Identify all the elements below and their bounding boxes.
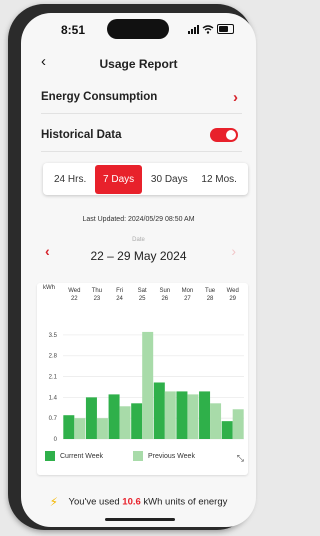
tab-7-days[interactable]: 7 Days <box>95 164 143 194</box>
dynamic-island <box>107 19 169 39</box>
x-tick-day: Thu <box>92 288 102 294</box>
page-title: Usage Report <box>99 57 178 71</box>
legend-label-previous: Previous Week <box>148 452 195 460</box>
date-navigator: ‹ Date 22 – 29 May 2024 › <box>21 237 256 267</box>
system-icons <box>188 24 234 34</box>
y-tick-label: 2.8 <box>49 354 58 360</box>
home-indicator <box>105 518 175 521</box>
y-tick-label: 0.7 <box>49 416 58 422</box>
x-tick-day: Sat <box>138 288 147 294</box>
period-tabs: 24 Hrs. 7 Days 30 Days 12 Mos. <box>43 163 248 195</box>
bar-current-week <box>153 382 165 439</box>
legend-label-current: Current Week <box>60 452 104 460</box>
bar-previous-week <box>187 394 199 439</box>
date-range: 22 – 29 May 2024 <box>90 249 187 263</box>
x-tick-date: 23 <box>94 296 101 302</box>
wifi-icon <box>202 24 214 34</box>
summary-value: 10.6 <box>122 496 141 508</box>
legend-swatch-previous <box>133 451 143 461</box>
tab-12-mos[interactable]: 12 Mos. <box>196 166 242 193</box>
app-screen: 8:51 ‹ Usage Report Energy Consumption › <box>21 13 256 527</box>
energy-consumption-label: Energy Consumption <box>41 91 158 103</box>
x-tick-date: 25 <box>139 296 146 302</box>
bar-current-week <box>63 415 75 439</box>
tab-30-days[interactable]: 30 Days <box>146 166 193 193</box>
nav-bar: ‹ Usage Report <box>21 53 256 75</box>
tab-24-hrs[interactable]: 24 Hrs. <box>49 166 91 193</box>
bar-current-week <box>108 394 120 439</box>
signal-icon <box>188 24 199 34</box>
x-tick-date: 24 <box>116 296 123 302</box>
x-tick-date: 27 <box>184 296 191 302</box>
x-tick-day: Wed <box>68 288 80 294</box>
x-tick-date: 22 <box>71 296 78 302</box>
x-tick-date: 28 <box>207 296 214 302</box>
chevron-right-icon: › <box>233 88 238 106</box>
status-bar: 8:51 <box>21 13 256 41</box>
x-tick-day: Sun <box>159 288 170 294</box>
status-time: 8:51 <box>61 23 86 37</box>
x-tick-day: Tue <box>205 288 216 294</box>
phone-frame: 8:51 ‹ Usage Report Energy Consumption › <box>8 4 256 530</box>
bar-previous-week <box>119 406 131 439</box>
date-caption: Date <box>132 237 145 243</box>
bar-previous-week <box>96 418 108 439</box>
summary-suffix: kWh units of energy <box>143 496 228 508</box>
chevron-right-icon[interactable]: › <box>231 243 236 259</box>
usage-chart: kWh 0 0.7 1.4 2.1 2.8 3.5 Wed 22 Thu 23 Fri 24 Sat 25 S… <box>37 283 248 475</box>
bar-current-week <box>199 391 211 439</box>
x-tick-date: 29 <box>229 296 236 302</box>
historical-data-row: Historical Data <box>41 125 238 145</box>
chart-legend: Current Week Previous Week ⤡ <box>45 451 246 463</box>
expand-icon[interactable]: ⤡ <box>237 453 244 464</box>
lightning-icon: ⚡ <box>49 495 59 509</box>
legend-previous-week: Previous Week <box>133 451 195 461</box>
y-tick-label: 2.1 <box>49 375 58 381</box>
historical-data-toggle[interactable] <box>210 128 238 142</box>
x-tick-date: 26 <box>161 296 168 302</box>
bar-current-week <box>221 421 233 439</box>
y-tick-label: 0 <box>54 437 58 443</box>
historical-data-label: Historical Data <box>41 129 122 141</box>
bar-previous-week <box>210 403 222 439</box>
y-tick-label: 3.5 <box>49 333 58 339</box>
battery-icon <box>217 24 234 34</box>
bar-previous-week <box>164 391 176 439</box>
usage-summary: ⚡ You've used 10.6 kWh units of energy <box>21 495 256 509</box>
bar-previous-week <box>232 409 244 439</box>
last-updated-text: Last Updated: 2024/05/29 08:50 AM <box>82 216 195 223</box>
energy-consumption-row[interactable]: Energy Consumption › <box>41 87 238 107</box>
divider <box>41 113 242 114</box>
x-tick-day: Wed <box>227 288 239 294</box>
x-tick-day: Fri <box>116 288 123 294</box>
bar-previous-week <box>142 331 154 439</box>
y-tick-label: 1.4 <box>49 395 58 401</box>
bar-previous-week <box>74 418 86 439</box>
unit-label: kWh <box>43 285 55 291</box>
bar-current-week <box>131 403 143 439</box>
summary-prefix: You've used <box>68 496 120 508</box>
bar-current-week <box>85 397 97 439</box>
x-tick-day: Mon <box>182 288 194 294</box>
bar-chart: kWh 0 0.7 1.4 2.1 2.8 3.5 Wed 22 Thu 23 Fri 24 Sat 25 S… <box>43 285 244 443</box>
divider <box>41 151 242 152</box>
legend-swatch-current <box>45 451 55 461</box>
bar-current-week <box>176 391 188 439</box>
legend-current-week: Current Week <box>45 451 103 461</box>
